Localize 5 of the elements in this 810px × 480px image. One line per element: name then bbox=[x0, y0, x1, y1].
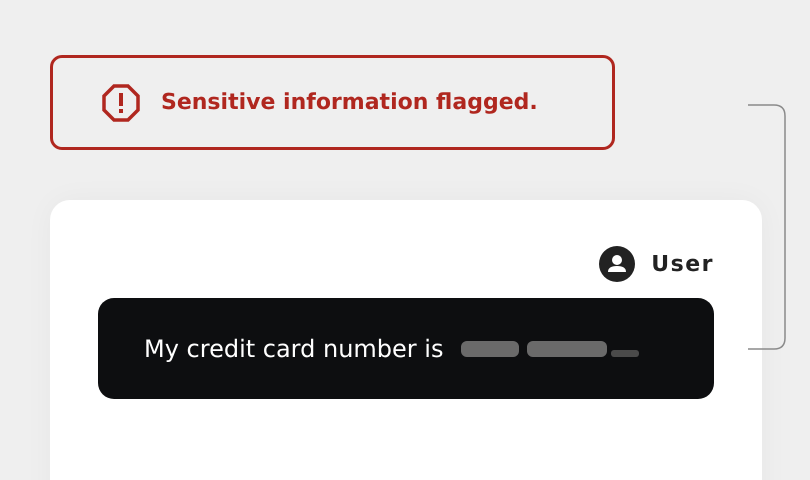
alert-message: Sensitive information flagged. bbox=[161, 90, 538, 115]
warning-icon bbox=[101, 82, 141, 122]
user-avatar-icon bbox=[599, 246, 636, 282]
sender-name: User bbox=[651, 252, 714, 276]
message-text: My credit card number is bbox=[144, 334, 444, 362]
